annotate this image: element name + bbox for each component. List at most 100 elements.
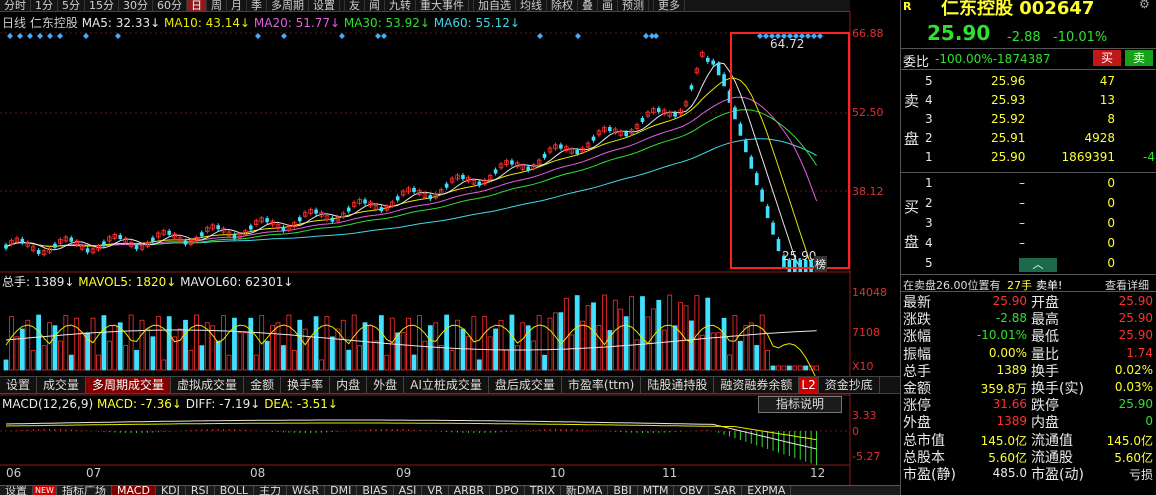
chevron-up-icon[interactable]: ︿ — [1019, 258, 1057, 272]
toolbar-item[interactable]: 5分 — [58, 0, 85, 11]
ask-volume: 8 — [1107, 112, 1115, 126]
bid-price: – — [1019, 216, 1025, 230]
toolbar-item[interactable]: 重大事件 — [416, 0, 469, 11]
x-label-07: 07 — [86, 466, 102, 480]
bottom-tab[interactable]: MACD — [111, 486, 156, 495]
toolbar-item[interactable]: 1分 — [31, 0, 58, 11]
indicator-tab[interactable]: 虚拟成交量 — [171, 377, 245, 393]
volume-bar — [199, 345, 205, 371]
volume-bar — [264, 340, 270, 371]
bottom-tab[interactable]: TRIX — [525, 486, 561, 495]
indicator-tab[interactable]: 内盘 — [330, 377, 368, 393]
candle — [151, 237, 155, 242]
toolbar-item[interactable]: 九转 — [385, 0, 416, 11]
signal-diamond — [339, 33, 345, 39]
bottom-tab[interactable]: OBV — [674, 486, 709, 495]
rank-marker[interactable]: 榜 — [814, 256, 827, 272]
indicator-tab[interactable]: 外盘 — [367, 377, 405, 393]
indicator-tab[interactable]: 资金抄底 — [819, 377, 880, 393]
x-label-11: 11 — [662, 466, 678, 480]
bottom-tab[interactable]: MTM — [638, 486, 675, 495]
bottom-tab[interactable]: ARBR — [449, 486, 490, 495]
bottom-tab[interactable]: ASI — [394, 486, 423, 495]
indicator-tab[interactable]: 融资融券余额 — [714, 377, 800, 393]
bottom-tab[interactable]: KDJ — [156, 486, 186, 495]
bottom-tab[interactable]: EXPMA — [742, 486, 792, 495]
indicator-tab[interactable]: 成交量 — [37, 377, 87, 393]
toolbar-item[interactable]: 月 — [227, 0, 247, 11]
toolbar-item[interactable]: 15分 — [85, 0, 119, 11]
bottom-tab[interactable]: DPO — [490, 486, 525, 495]
indicator-tab[interactable]: L2 — [799, 377, 819, 393]
candle — [85, 248, 90, 253]
volume-bar — [786, 365, 792, 371]
volume-bar — [776, 365, 781, 371]
toolbar-item[interactable]: 闻 — [365, 0, 385, 11]
indicator-tab[interactable]: 多周期成交量 — [86, 377, 172, 393]
toolbar-item[interactable]: 画 — [598, 0, 618, 11]
volume-bar — [514, 345, 520, 371]
volume-bar — [504, 349, 509, 371]
vol-unit: X10 — [852, 360, 874, 373]
candle — [657, 108, 661, 113]
bid-level: 1 — [925, 176, 933, 190]
toolbar-item[interactable]: 季 — [247, 0, 267, 11]
macd-y-tick-low: -5.27 — [852, 450, 881, 463]
volume-bar — [123, 345, 129, 371]
volume-bar — [803, 365, 809, 371]
buy-button[interactable]: 买 — [1093, 50, 1121, 66]
bottom-tab[interactable]: 指标广场 — [57, 486, 112, 495]
ask-volume: 13 — [1099, 93, 1115, 107]
toolbar-item[interactable]: 多周期 — [267, 0, 309, 11]
bottom-tab[interactable]: W&R — [287, 486, 326, 495]
volume-bar — [743, 325, 749, 371]
volume-bar — [221, 315, 227, 371]
candle — [765, 206, 770, 219]
ma20-line — [5, 96, 818, 248]
indicator-help-button[interactable]: 指标说明 — [758, 396, 842, 413]
toolbar-item[interactable]: 更多 — [654, 0, 685, 11]
toolbar-item[interactable]: 日 — [187, 0, 207, 11]
bottom-tab[interactable]: SAR — [709, 486, 743, 495]
bottom-tab[interactable]: DMI — [325, 486, 358, 495]
bottom-tab[interactable]: NEW — [33, 486, 57, 495]
ma5-line — [5, 62, 817, 269]
gear-icon[interactable]: ⚙ — [1139, 0, 1150, 11]
indicator-tab[interactable]: 陆股通持股 — [641, 377, 715, 393]
toolbar-item[interactable]: 除权 — [547, 0, 578, 11]
toolbar-item[interactable]: 分时 — [0, 0, 31, 11]
toolbar-item[interactable]: 设置 — [309, 0, 340, 11]
candle — [297, 217, 302, 222]
indicator-tab[interactable]: 金额 — [244, 377, 282, 393]
bottom-tab[interactable]: BBI — [608, 486, 638, 495]
bottom-tab[interactable]: BOLL — [215, 486, 255, 495]
toolbar-item[interactable]: 友 — [345, 0, 365, 11]
bottom-tab[interactable]: 新DMA — [561, 486, 609, 495]
indicator-tab[interactable]: 市盈率(ttm) — [562, 377, 642, 393]
bottom-tab[interactable]: BIAS — [357, 486, 394, 495]
toolbar-item[interactable]: 预测 — [618, 0, 649, 11]
bottom-tab[interactable]: RSI — [186, 486, 215, 495]
chart-canvas[interactable] — [0, 0, 900, 495]
toolbar-item[interactable]: 加自选 — [474, 0, 516, 11]
bottom-tab[interactable]: 主力 — [254, 486, 288, 495]
toolbar-item[interactable]: 60分 — [153, 0, 187, 11]
volume-bar — [340, 319, 346, 371]
toolbar-item[interactable]: 周 — [207, 0, 227, 11]
indicator-tab[interactable]: AI立桩成交量 — [404, 377, 489, 393]
indicator-tab[interactable]: 换手率 — [281, 377, 331, 393]
x-label-06: 06 — [6, 466, 22, 480]
bid-volume: 0 — [1107, 236, 1115, 250]
toolbar-item[interactable]: 30分 — [119, 0, 153, 11]
indicator-tab[interactable]: 设置 — [0, 377, 38, 393]
volume-bar — [471, 316, 477, 371]
volume-bar — [465, 336, 471, 371]
sell-button[interactable]: 卖 — [1125, 50, 1153, 66]
volume-bar — [36, 314, 42, 371]
indicator-tab[interactable]: 盘后成交量 — [489, 377, 562, 393]
toolbar-item[interactable]: 均线 — [516, 0, 547, 11]
ask-level: 5 — [925, 74, 933, 88]
bottom-tab[interactable]: VR — [422, 486, 449, 495]
bottom-tab[interactable]: 设置 — [0, 486, 33, 495]
toolbar-item[interactable]: 叠 — [578, 0, 598, 11]
